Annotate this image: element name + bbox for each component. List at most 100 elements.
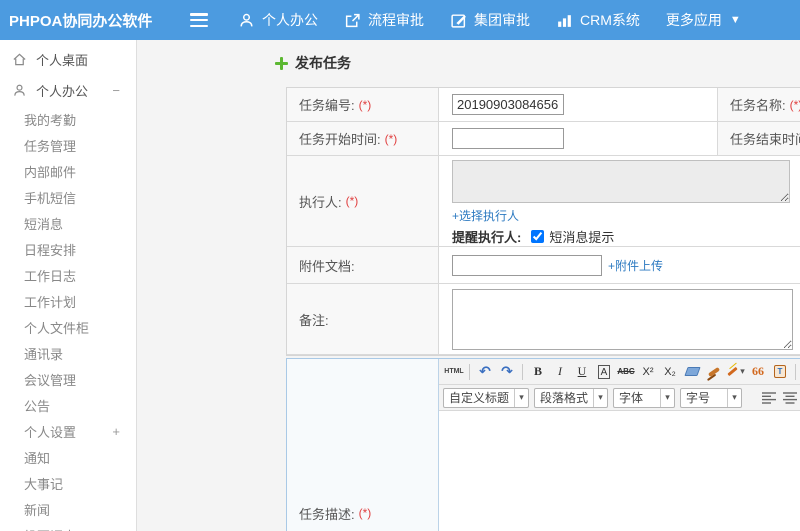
format-brush-button[interactable] — [704, 362, 724, 382]
sidebar-item-label: 个人办公 — [36, 83, 89, 99]
sidebar-item-meeting-management[interactable]: 会议管理 — [0, 366, 136, 392]
sidebar-item-label: 个人桌面 — [36, 52, 89, 68]
undo-button[interactable]: ↶ — [475, 362, 495, 382]
nav-personal-office[interactable]: 个人办公 — [238, 10, 318, 30]
main-content: 发布任务 任务编号:(*) 任务名称:(*) 任务开始时间:(*) 任务结束时间… — [138, 40, 800, 531]
required-mark: (*) — [384, 131, 398, 146]
nav-label: 个人办公 — [262, 12, 318, 28]
rich-text-editor: HTML ↶ ↷ B I U A ABC X² X₂ ▾ 66 T A▾ — [439, 359, 800, 531]
attachment-input[interactable] — [452, 254, 602, 276]
custom-title-dropdown[interactable]: 自定义标题 ▾ — [443, 387, 529, 408]
sidebar-item-personal-file-cabinet[interactable]: 个人文件柜 — [0, 314, 136, 340]
description-label: 任务描述: (*) — [287, 359, 439, 531]
app-logo: PHPOA协同办公软件 — [9, 12, 153, 30]
superscript-button[interactable]: X² — [638, 362, 658, 382]
attachment-upload-link[interactable]: +附件上传 — [608, 257, 663, 274]
nav-label: 更多应用 — [665, 12, 722, 28]
nav-label: 流程审批 — [368, 12, 424, 28]
required-mark: (*) — [345, 194, 359, 208]
sidebar-item-work-plan[interactable]: 工作计划 — [0, 288, 136, 314]
paragraph-format-dropdown[interactable]: 段落格式 ▾ — [534, 387, 609, 408]
underline-button[interactable]: U — [572, 362, 592, 382]
subscript-button[interactable]: X₂ — [660, 362, 680, 382]
html-source-button[interactable]: HTML — [444, 362, 464, 382]
remark-label: 备注: — [287, 284, 439, 355]
sidebar-item-work-log[interactable]: 工作日志 — [0, 262, 136, 288]
sidebar-item-personal-office[interactable]: 个人办公 − — [0, 74, 136, 106]
sidebar-item-short-message[interactable]: 短消息 — [0, 210, 136, 236]
eraser-button[interactable] — [682, 362, 702, 382]
sidebar-item-news[interactable]: 新闻 — [0, 496, 136, 522]
menu-toggle-button[interactable] — [190, 13, 208, 27]
redo-button[interactable]: ↷ — [497, 362, 517, 382]
sidebar-item-schedule[interactable]: 日程安排 — [0, 236, 136, 262]
nav-process-approval[interactable]: 流程审批 — [344, 10, 424, 30]
chevron-down-icon: ▾ — [593, 388, 607, 407]
bar-chart-icon — [556, 12, 573, 29]
required-mark: (*) — [358, 506, 372, 520]
task-no-label: 任务编号: (*) — [287, 88, 439, 122]
sms-remind-checkbox[interactable] — [531, 230, 545, 243]
blockquote-button[interactable]: 66 — [748, 362, 768, 382]
user-icon — [238, 12, 255, 29]
task-no-input[interactable] — [452, 94, 564, 115]
sidebar-item-big-events[interactable]: 大事记 — [0, 470, 136, 496]
start-time-input[interactable] — [452, 128, 564, 149]
italic-button[interactable]: I — [550, 362, 570, 382]
editor-toolbar-row2: 自定义标题 ▾ 段落格式 ▾ 字体 ▾ 字号 ▾ — [439, 385, 800, 411]
app-header: PHPOA协同办公软件 个人办公 流程审批 集团审批 CRM系统 更多应用 ▼ — [0, 0, 800, 40]
remind-executor-row: 提醒执行人: 短消息提示 — [452, 227, 614, 246]
nav-more-apps[interactable]: 更多应用 ▼ — [666, 10, 741, 30]
remark-textarea[interactable] — [452, 288, 793, 350]
char-border-button[interactable]: A — [594, 362, 614, 382]
strikethrough-button[interactable]: ABC — [616, 362, 636, 382]
top-navigation: 个人办公 流程审批 集团审批 CRM系统 更多应用 ▼ — [238, 10, 767, 30]
attachment-label: 附件文档: — [287, 247, 439, 284]
choose-executor-link[interactable]: +选择执行人 — [452, 207, 519, 224]
chevron-down-icon: ▾ — [726, 388, 741, 407]
sms-remind-label: 短消息提示 — [549, 230, 615, 245]
page-title: 发布任务 — [275, 53, 351, 73]
paintbrush-icon — [707, 366, 721, 377]
clipboard-text-icon: T — [774, 365, 786, 378]
editor-content-area[interactable] — [439, 411, 800, 531]
attachment-cell: +附件上传 — [439, 247, 800, 284]
caret-down-icon: ▼ — [729, 14, 741, 26]
sidebar: 个人桌面 个人办公 − 我的考勤 任务管理 内部邮件 手机短信 短消息 日程安排… — [0, 40, 137, 531]
start-time-cell — [439, 122, 718, 156]
auto-typeset-button[interactable]: ▾ — [726, 362, 746, 382]
nav-group-approval[interactable]: 集团审批 — [450, 10, 530, 30]
sidebar-item-my-attendance[interactable]: 我的考勤 — [0, 106, 136, 132]
nav-crm-system[interactable]: CRM系统 — [556, 10, 640, 30]
toolbar-separator — [795, 363, 796, 380]
sidebar-item-notice[interactable]: 通知 — [0, 444, 136, 470]
expand-icon[interactable]: + — [112, 424, 120, 439]
executor-cell: +选择执行人 提醒执行人: 短消息提示 — [439, 156, 800, 247]
caret-down-icon: ▾ — [740, 366, 745, 376]
task-no-cell — [439, 88, 718, 122]
font-family-dropdown[interactable]: 字体 ▾ — [613, 387, 675, 408]
sidebar-item-task-management[interactable]: 任务管理 — [0, 132, 136, 158]
bold-button[interactable]: B — [528, 362, 548, 382]
magic-wand-icon — [727, 366, 738, 377]
executor-textarea[interactable] — [452, 160, 790, 203]
align-center-button[interactable] — [780, 388, 800, 408]
sidebar-item-personal-desktop[interactable]: 个人桌面 — [0, 44, 136, 74]
end-time-label: 任务结束时间:(*) — [718, 122, 800, 156]
align-left-button[interactable] — [759, 388, 780, 408]
alignment-buttons — [759, 388, 800, 408]
sidebar-item-mobile-sms[interactable]: 手机短信 — [0, 184, 136, 210]
user-icon — [12, 83, 27, 98]
sidebar-item-personal-settings[interactable]: 个人设置 + — [0, 418, 136, 444]
collapse-icon[interactable]: − — [112, 83, 120, 98]
paste-as-text-button[interactable]: T — [770, 362, 790, 382]
sidebar-item-vote-survey[interactable]: 投票调查 — [0, 522, 136, 531]
sidebar-item-internal-mail[interactable]: 内部邮件 — [0, 158, 136, 184]
start-time-label: 任务开始时间: (*) — [287, 122, 439, 156]
sidebar-item-announcement[interactable]: 公告 — [0, 392, 136, 418]
font-size-dropdown[interactable]: 字号 ▾ — [680, 387, 742, 408]
sidebar-item-address-book[interactable]: 通讯录 — [0, 340, 136, 366]
toolbar-separator — [469, 363, 470, 380]
task-form-table: 任务编号:(*) 任务名称:(*) 任务开始时间:(*) 任务结束时间:(*) … — [286, 87, 800, 356]
nav-label: 集团审批 — [474, 12, 530, 28]
